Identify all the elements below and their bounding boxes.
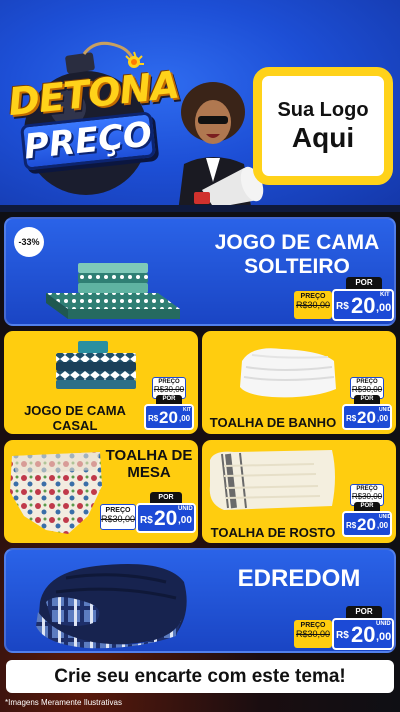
bedsheet-icon [56, 341, 136, 389]
product-name-line2: MESA [127, 463, 171, 481]
header-banner: DETONA PREÇO Sua Logo Aqui [0, 0, 400, 212]
product-card-edredom[interactable]: EDREDOM PREÇO R$30,00 POR R$ 20 ,00 UNID [4, 548, 396, 653]
por-label: POR [346, 606, 382, 618]
product-name: JOGO DE CAMA SOLTEIRO [202, 231, 392, 278]
bedsheet-icon [46, 263, 180, 319]
price-tag: PREÇO R$30,00 POR R$ 20 ,00 KIT [294, 277, 394, 323]
cta-banner[interactable]: Crie seu encarte com este tema! [6, 660, 394, 693]
price-tag: PREÇO R$30,00 POR R$ 20 ,00 UNID [342, 484, 392, 540]
new-price: R$ 20 ,00 UNID [332, 618, 394, 650]
product-card-toalha-rosto[interactable]: TOALHA DE ROSTO PREÇO R$30,00 POR R$ 20 … [202, 440, 396, 543]
price-tag: PREÇO R$30,00 POR R$ 20 ,00 UNID [100, 492, 196, 534]
new-price: R$ 20 ,00 KIT [332, 289, 394, 321]
product-name-line1: JOGO DE CAMA [24, 403, 126, 418]
new-price: R$ 20 ,00 UNID [342, 511, 392, 537]
towel-icon [209, 450, 335, 510]
product-card-jogo-cama-solteiro[interactable]: -33% JOGO DE CAMA SOLTEIRO PREÇO R$30,00… [4, 217, 396, 326]
price-tag: PREÇO R$30,00 POR R$ 20 ,00 UNID [294, 606, 394, 651]
price-tag: PREÇO R$30,00 POR R$ 20 ,00 KIT [144, 377, 194, 433]
logo-placeholder[interactable]: Sua Logo Aqui [253, 67, 393, 185]
product-name: TOALHA DE ROSTO [210, 525, 336, 540]
product-name: JOGO DE CAMA CASAL [16, 403, 134, 433]
old-price: PREÇO R$30,00 [100, 504, 136, 530]
disclaimer-text: *Imagens Meramente Ilustrativas [5, 698, 122, 707]
logo-text-line1: Sua Logo [277, 99, 369, 121]
product-name-line2: CASAL [52, 417, 98, 433]
tablecloth-icon [10, 452, 102, 534]
por-label: POR [346, 277, 382, 289]
old-price: PREÇO R$30,00 [294, 620, 332, 648]
product-name: TOALHA DE MESA [104, 447, 194, 482]
product-name-line1: JOGO DE CAMA [214, 231, 380, 254]
new-price: R$ 20 ,00 UNID [136, 503, 196, 533]
comforter-icon [36, 564, 187, 649]
towel-icon [240, 348, 336, 398]
por-label: POR [354, 395, 380, 404]
logo-text-line2: Aqui [291, 122, 355, 153]
price-tag: PREÇO R$30,00 POR R$ 20 ,00 UNID [342, 377, 392, 433]
por-label: POR [156, 395, 182, 404]
por-label: POR [354, 502, 380, 511]
product-name: EDREDOM [237, 565, 361, 592]
product-name: TOALHA DE BANHO [209, 415, 337, 430]
product-card-toalha-mesa[interactable]: TOALHA DE MESA PREÇO R$30,00 POR R$ 20 ,… [4, 440, 198, 543]
product-card-jogo-cama-casal[interactable]: JOGO DE CAMA CASAL PREÇO R$30,00 POR R$ … [4, 331, 198, 434]
product-name-line2: SOLTEIRO [244, 254, 350, 278]
old-price: PREÇO R$30,00 [294, 291, 332, 319]
por-label: POR [150, 492, 182, 503]
new-price: R$ 20 ,00 KIT [144, 404, 194, 430]
new-price: R$ 20 ,00 UNID [342, 404, 392, 430]
product-name-line1: TOALHA DE [105, 447, 193, 464]
product-card-toalha-banho[interactable]: TOALHA DE BANHO PREÇO R$30,00 POR R$ 20 … [202, 331, 396, 434]
header-divider [0, 205, 400, 212]
